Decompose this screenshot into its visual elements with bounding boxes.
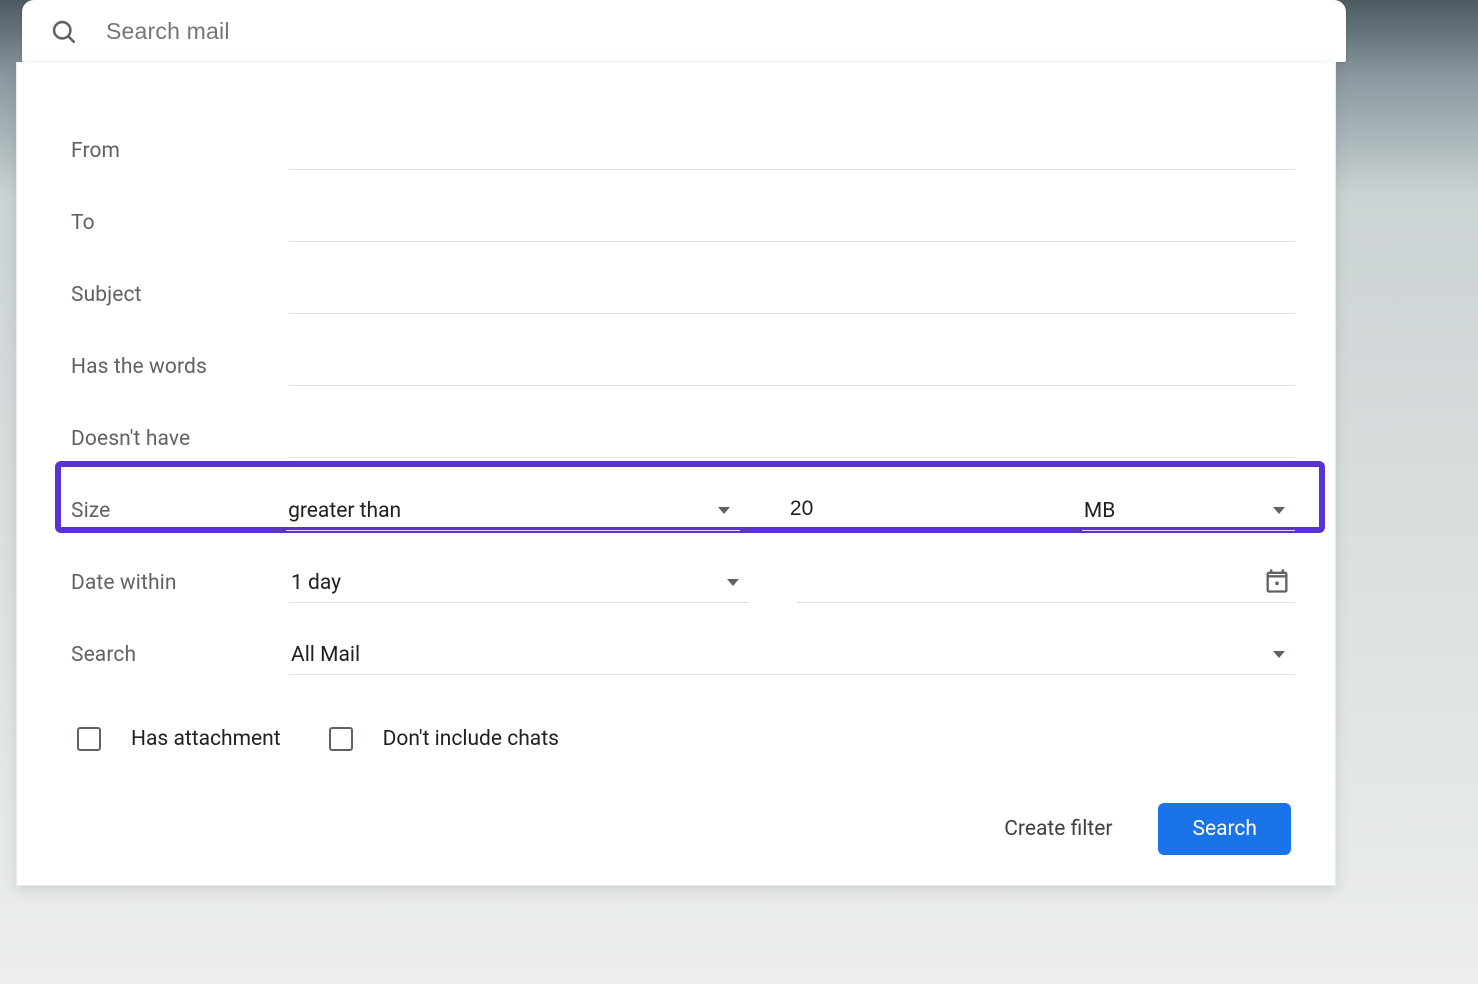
date-range-select[interactable]: 1 day [289,563,749,603]
from-label: From [71,139,289,163]
advanced-search-panel: From To Subject Has the words Doesn't ha… [16,62,1336,886]
search-input[interactable] [106,18,1346,45]
has-words-label: Has the words [71,355,289,379]
chevron-down-icon [1273,651,1285,658]
has-attachment-label: Has attachment [131,727,281,751]
from-row: From [71,115,1295,187]
date-picker-field[interactable] [797,563,1295,603]
subject-row: Subject [71,259,1295,331]
from-input[interactable] [289,132,1295,170]
chevron-down-icon [718,507,730,514]
has-attachment-group: Has attachment [77,727,281,751]
size-unit-select[interactable]: MB [1082,491,1295,531]
size-label: Size [71,499,286,523]
search-in-label: Search [71,643,289,667]
search-in-row: Search All Mail [71,619,1295,691]
size-value-input[interactable] [788,491,1038,531]
size-comparator-select[interactable]: greater than [286,491,740,531]
doesnt-have-label: Doesn't have [71,427,289,451]
calendar-icon[interactable] [1263,567,1291,599]
doesnt-have-input[interactable] [289,420,1295,458]
to-label: To [71,211,289,235]
exclude-chats-group: Don't include chats [329,727,559,751]
search-button[interactable]: Search [1158,803,1291,855]
search-folder-select[interactable]: All Mail [289,635,1295,675]
chevron-down-icon [727,579,739,586]
doesnt-have-row: Doesn't have [71,403,1295,475]
action-button-row: Create filter Search [71,803,1295,855]
search-icon[interactable] [50,18,78,46]
subject-input[interactable] [289,276,1295,314]
size-row: Size greater than MB [71,475,1295,547]
search-bar [22,0,1346,62]
date-within-row: Date within 1 day [71,547,1295,619]
has-attachment-checkbox[interactable] [77,727,101,751]
checkbox-row: Has attachment Don't include chats [71,727,1295,751]
size-comparator-value: greater than [286,499,718,523]
date-range-value: 1 day [289,571,727,595]
size-unit-value: MB [1082,499,1273,523]
search-folder-value: All Mail [289,643,1273,667]
to-input[interactable] [289,204,1295,242]
date-within-label: Date within [71,571,289,595]
has-words-row: Has the words [71,331,1295,403]
has-words-input[interactable] [289,348,1295,386]
chevron-down-icon [1273,507,1285,514]
exclude-chats-checkbox[interactable] [329,727,353,751]
create-filter-button[interactable]: Create filter [998,807,1118,851]
subject-label: Subject [71,283,289,307]
to-row: To [71,187,1295,259]
exclude-chats-label: Don't include chats [383,727,559,751]
